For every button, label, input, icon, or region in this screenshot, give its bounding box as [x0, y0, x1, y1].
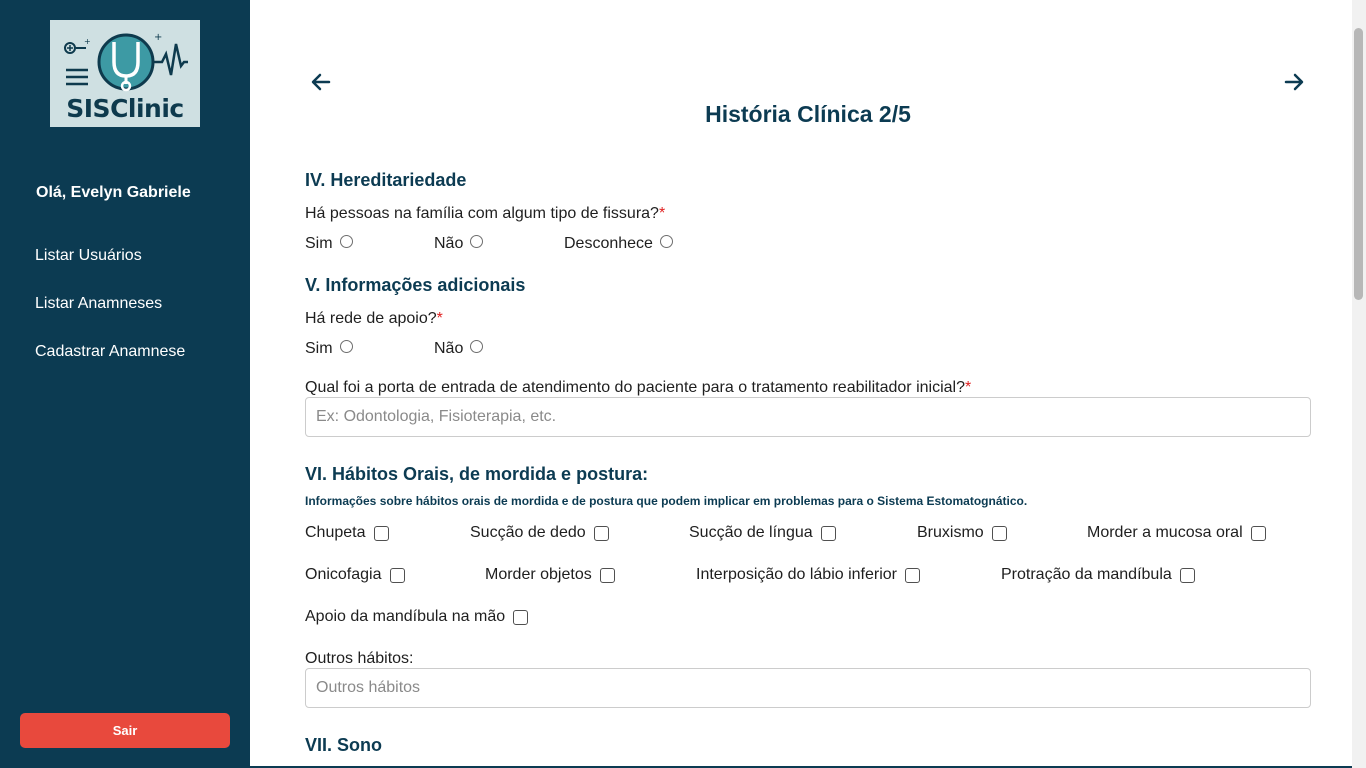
- checkbox-option-morder-mucosa[interactable]: Morder a mucosa oral: [1087, 524, 1266, 542]
- checkbox-option-onicofagia[interactable]: Onicofagia: [305, 566, 405, 584]
- outros-habitos-label: Outros hábitos:: [305, 650, 414, 667]
- checkbox-onicofagia[interactable]: [389, 567, 405, 583]
- checkbox-chupeta[interactable]: [373, 525, 389, 541]
- required-mark: *: [964, 379, 972, 396]
- checkbox-morder-objetos[interactable]: [599, 567, 615, 583]
- stethoscope-logo-icon: + +: [64, 32, 188, 92]
- option-fissura-nao[interactable]: Não: [434, 234, 484, 253]
- sidebar-item-listar-usuarios[interactable]: Listar Usuários: [35, 247, 142, 265]
- checkbox-option-bruxismo[interactable]: Bruxismo: [917, 524, 1007, 542]
- question-porta-entrada-text: Qual foi a porta de entrada de atendimen…: [305, 379, 965, 396]
- checkbox-label: Morder a mucosa oral: [1087, 524, 1243, 541]
- outros-habitos-input[interactable]: [305, 668, 1311, 708]
- svg-text:+: +: [154, 32, 162, 43]
- main-content: História Clínica 2/5 IV. Hereditariedade…: [250, 0, 1352, 768]
- logo-text: SISClinic: [66, 94, 184, 123]
- radio-fissura-desconhece[interactable]: [659, 234, 673, 248]
- option-fissura-desconhece[interactable]: Desconhece: [564, 234, 673, 253]
- checkbox-option-interposicao-labio[interactable]: Interposição do lábio inferior: [696, 566, 921, 584]
- logout-button[interactable]: Sair: [20, 713, 230, 748]
- question-rede-apoio: Há rede de apoio?*: [305, 310, 443, 328]
- user-greeting: Olá, Evelyn Gabriele: [36, 184, 191, 201]
- question-fissura: Há pessoas na família com algum tipo de …: [305, 205, 665, 223]
- checkbox-morder-mucosa[interactable]: [1250, 525, 1266, 541]
- radio-fissura-nao[interactable]: [470, 234, 484, 248]
- option-apoio-sim[interactable]: Sim: [305, 339, 353, 358]
- checkbox-label: Bruxismo: [917, 524, 984, 541]
- checkbox-label: Apoio da mandíbula na mão: [305, 608, 506, 625]
- svg-text:+: +: [84, 37, 91, 46]
- radio-fissura-sim[interactable]: [339, 234, 353, 248]
- arrow-right-icon[interactable]: [1282, 70, 1306, 94]
- checkbox-option-chupeta[interactable]: Chupeta: [305, 524, 389, 542]
- required-mark: *: [436, 310, 443, 327]
- question-rede-apoio-text: Há rede de apoio?: [305, 310, 437, 327]
- arrow-left-icon[interactable]: [309, 70, 333, 94]
- question-fissura-text: Há pessoas na família com algum tipo de …: [305, 205, 659, 222]
- page-title: História Clínica 2/5: [705, 101, 911, 127]
- checkbox-option-succao-lingua[interactable]: Sucção de língua: [689, 524, 836, 542]
- option-label: Desconhece: [564, 235, 653, 252]
- checkbox-option-succao-dedo[interactable]: Sucção de dedo: [470, 524, 609, 542]
- checkbox-label: Chupeta: [305, 524, 366, 541]
- option-label: Não: [434, 340, 464, 357]
- checkbox-apoio-mandibula[interactable]: [513, 609, 529, 625]
- sidebar-item-cadastrar-anamnese[interactable]: Cadastrar Anamnese: [35, 343, 185, 361]
- section-title-habitos: VI. Hábitos Orais, de mordida e postura:: [305, 464, 649, 484]
- sidebar: + + SISClinic Olá, Evelyn Gabriele Lista…: [0, 0, 250, 768]
- checkbox-protracao-mandibula[interactable]: [1179, 567, 1195, 583]
- app-logo: + + SISClinic: [50, 20, 200, 127]
- option-label: Sim: [305, 235, 333, 252]
- checkbox-label: Sucção de língua: [689, 524, 813, 541]
- checkbox-label: Protração da mandíbula: [1001, 566, 1172, 583]
- porta-entrada-input[interactable]: [305, 397, 1311, 437]
- section-title-sono: VII. Sono: [305, 735, 383, 755]
- option-apoio-nao[interactable]: Não: [434, 339, 484, 358]
- section-title-informacoes: V. Informações adicionais: [305, 275, 526, 295]
- radio-apoio-nao[interactable]: [470, 339, 484, 353]
- scrollbar-thumb[interactable]: [1354, 28, 1363, 300]
- option-label: Sim: [305, 340, 333, 357]
- checkbox-label: Sucção de dedo: [470, 524, 586, 541]
- sidebar-item-listar-anamneses[interactable]: Listar Anamneses: [35, 295, 162, 313]
- option-fissura-sim[interactable]: Sim: [305, 234, 353, 253]
- checkbox-label: Morder objetos: [485, 566, 592, 583]
- checkbox-succao-lingua[interactable]: [820, 525, 836, 541]
- checkbox-label: Interposição do lábio inferior: [696, 566, 898, 583]
- question-porta-entrada: Qual foi a porta de entrada de atendimen…: [305, 379, 971, 397]
- checkbox-label: Onicofagia: [305, 566, 382, 583]
- option-label: Não: [434, 235, 464, 252]
- checkbox-option-apoio-mandibula[interactable]: Apoio da mandíbula na mão: [305, 608, 529, 626]
- checkbox-succao-dedo[interactable]: [593, 525, 609, 541]
- section-note-habitos: Informações sobre hábitos orais de mordi…: [305, 494, 1028, 508]
- checkbox-option-protracao-mandibula[interactable]: Protração da mandíbula: [1001, 566, 1195, 584]
- checkbox-interposicao-labio[interactable]: [905, 567, 921, 583]
- checkbox-bruxismo[interactable]: [991, 525, 1007, 541]
- radio-apoio-sim[interactable]: [339, 339, 353, 353]
- required-mark: *: [658, 205, 666, 222]
- checkbox-option-morder-objetos[interactable]: Morder objetos: [485, 566, 615, 584]
- section-title-hereditariedade: IV. Hereditariedade: [305, 170, 467, 190]
